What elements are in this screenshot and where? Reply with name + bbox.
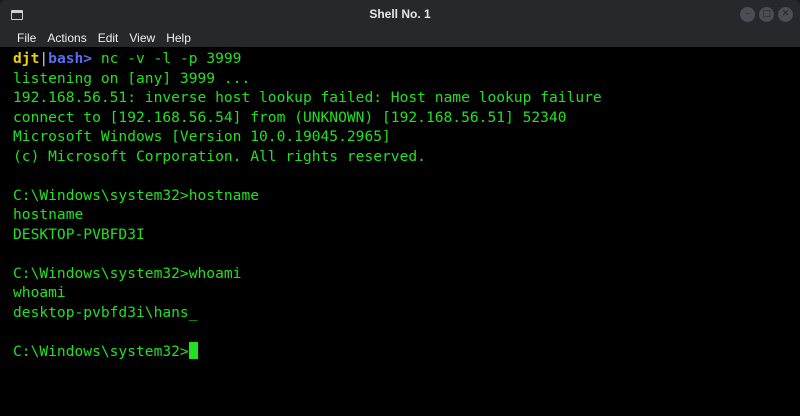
output-line: C:\Windows\system32>whoami <box>13 264 242 282</box>
prompt-user: djt <box>13 50 40 67</box>
output-line: Microsoft Windows [Version 10.0.19045.29… <box>13 128 391 145</box>
output-line: (c) Microsoft Corporation. All rights re… <box>13 147 426 165</box>
window-title: Shell No. 1 <box>369 7 431 21</box>
prompt-shell: bash> <box>48 50 93 67</box>
menu-view[interactable]: View <box>129 31 155 45</box>
terminal-window: Shell No. 1 – □ ✕ File Actions Edit View… <box>0 0 800 416</box>
prompt-line: djt|bash> nc -v -l -p 3999 <box>13 49 800 69</box>
output-line: hostname <box>13 206 84 223</box>
prompt-command: nc -v -l -p 3999 <box>92 50 242 67</box>
menu-file[interactable]: File <box>17 31 36 45</box>
maximize-button[interactable]: □ <box>759 7 774 22</box>
current-prompt-line: C:\Windows\system32> <box>13 341 800 362</box>
menu-help[interactable]: Help <box>166 31 191 45</box>
close-button[interactable]: ✕ <box>778 7 793 22</box>
output-line: 192.168.56.51: inverse host lookup faile… <box>13 89 602 106</box>
output-line: whoami <box>13 284 66 301</box>
title-bar[interactable]: Shell No. 1 – □ ✕ <box>0 0 800 29</box>
minimize-button[interactable]: – <box>740 7 755 22</box>
menu-actions[interactable]: Actions <box>47 31 86 45</box>
terminal-output[interactable]: djt|bash> nc -v -l -p 3999 listening on … <box>0 47 800 416</box>
current-prompt: C:\Windows\system32> <box>13 342 189 360</box>
menu-bar: File Actions Edit View Help <box>0 29 800 47</box>
scrollbar[interactable] <box>796 47 800 416</box>
output-line: C:\Windows\system32>hostname <box>13 186 260 204</box>
output-line: connect to [192.168.56.54] from (UNKNOWN… <box>13 108 567 126</box>
menu-edit[interactable]: Edit <box>98 31 119 45</box>
output-line: DESKTOP-PVBFD3I <box>13 225 145 243</box>
prompt-separator: | <box>39 50 49 67</box>
output-line: desktop-pvbfd3i\hans_ <box>13 303 198 321</box>
text-cursor <box>188 341 198 359</box>
output-line: listening on [any] 3999 ... <box>13 69 251 87</box>
